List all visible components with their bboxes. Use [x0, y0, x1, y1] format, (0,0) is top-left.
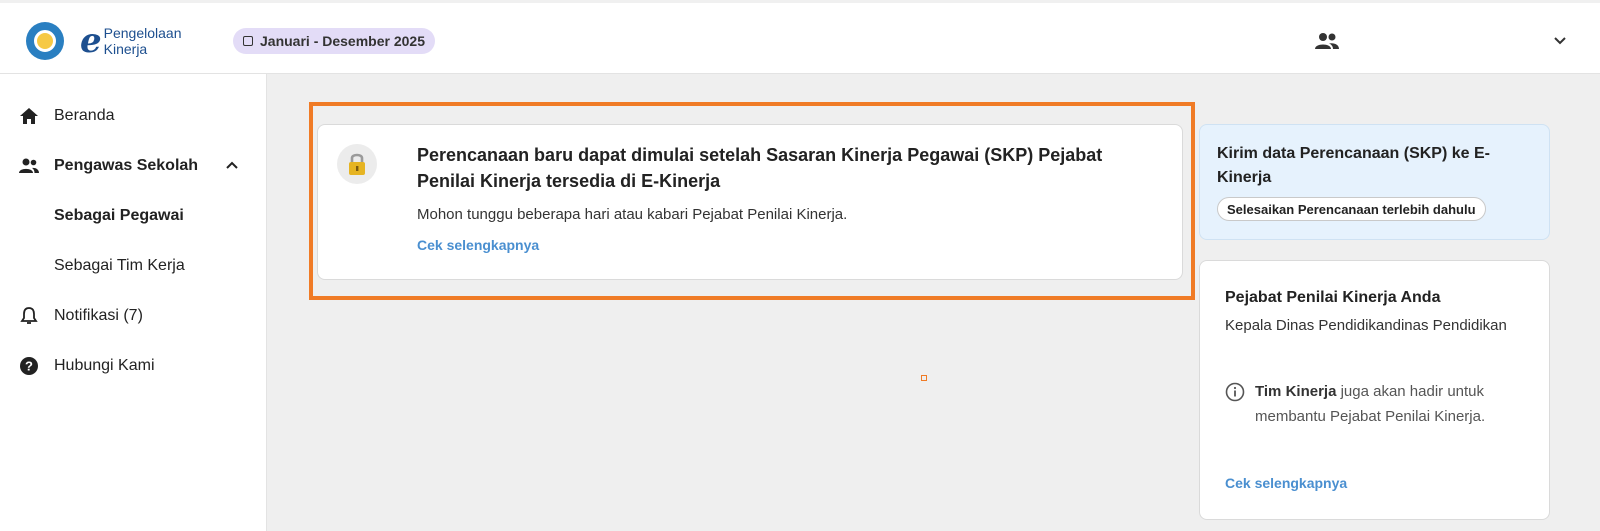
- chevron-down-icon[interactable]: [1552, 34, 1568, 48]
- app-brand[interactable]: e Pengelolaan Kinerja: [80, 21, 182, 61]
- marker-dot: [921, 375, 927, 381]
- sidebar-item-pengawas-sekolah[interactable]: Pengawas Sekolah: [0, 146, 266, 186]
- notice-body: Mohon tunggu beberapa hari atau kabari P…: [417, 206, 848, 223]
- help-icon: ?: [20, 357, 38, 375]
- sidebar-item-label: Sebagai Tim Kerja: [54, 257, 185, 274]
- brand-line1: Pengelolaan: [103, 25, 182, 41]
- send-skp-card: Kirim data Perencanaan (SKP) ke E-Kinerj…: [1199, 124, 1550, 240]
- lock-icon: [337, 144, 377, 184]
- period-selector[interactable]: Januari - Desember 2025: [233, 28, 435, 54]
- info-icon: [1225, 382, 1245, 402]
- sidebar-item-label: Beranda: [54, 107, 115, 124]
- sidebar-item-label: Pengawas Sekolah: [54, 157, 199, 174]
- assessor-card: Pejabat Penilai Kinerja Anda Kepala Dina…: [1199, 260, 1550, 520]
- assessor-title: Pejabat Penilai Kinerja Anda: [1225, 289, 1441, 306]
- brand-e-icon: e: [80, 21, 102, 61]
- sidebar-item-sebagai-tim-kerja[interactable]: Sebagai Tim Kerja: [0, 246, 266, 286]
- users-icon[interactable]: [1314, 31, 1340, 51]
- ministry-logo-icon: [26, 22, 64, 60]
- assessor-name: Kepala Dinas Pendidikandinas Pendidikan: [1225, 317, 1507, 334]
- sidebar-item-beranda[interactable]: Beranda: [0, 96, 266, 136]
- notice-card: Perencanaan baru dapat dimulai setelah S…: [317, 124, 1183, 280]
- top-header: e Pengelolaan Kinerja Januari - Desember…: [0, 0, 1600, 74]
- chevron-up-icon[interactable]: [225, 159, 239, 171]
- assessor-info-text: Tim Kinerja juga akan hadir untuk memban…: [1255, 379, 1545, 429]
- bell-icon: [20, 307, 38, 324]
- notice-title: Perencanaan baru dapat dimulai setelah S…: [417, 145, 1103, 191]
- sidebar-item-label: Sebagai Pegawai: [54, 207, 184, 224]
- sidebar: Beranda Pengawas Sekolah Sebagai Pegawai…: [0, 74, 267, 531]
- sidebar-item-label: Notifikasi (7): [54, 307, 143, 324]
- brand-line2: Kinerja: [103, 41, 148, 57]
- sidebar-item-sebagai-pegawai[interactable]: Sebagai Pegawai: [0, 196, 266, 236]
- period-label: Januari - Desember 2025: [260, 33, 425, 49]
- svg-text:?: ?: [25, 359, 33, 374]
- people-icon: [19, 158, 39, 173]
- home-icon: [20, 108, 38, 124]
- sidebar-item-hubungi-kami[interactable]: ? Hubungi Kami: [0, 346, 266, 386]
- sidebar-item-notifikasi[interactable]: Notifikasi (7): [0, 296, 266, 336]
- sidebar-item-label: Hubungi Kami: [54, 357, 155, 374]
- info-bold: Tim Kinerja: [1255, 383, 1337, 400]
- calendar-icon: [243, 36, 253, 46]
- send-status-chip: Selesaikan Perencanaan terlebih dahulu: [1217, 197, 1486, 221]
- assessor-more-link[interactable]: Cek selengkapnya: [1225, 475, 1347, 491]
- send-card-title: Kirim data Perencanaan (SKP) ke E-Kinerj…: [1217, 145, 1490, 186]
- notice-more-link[interactable]: Cek selengkapnya: [417, 237, 539, 253]
